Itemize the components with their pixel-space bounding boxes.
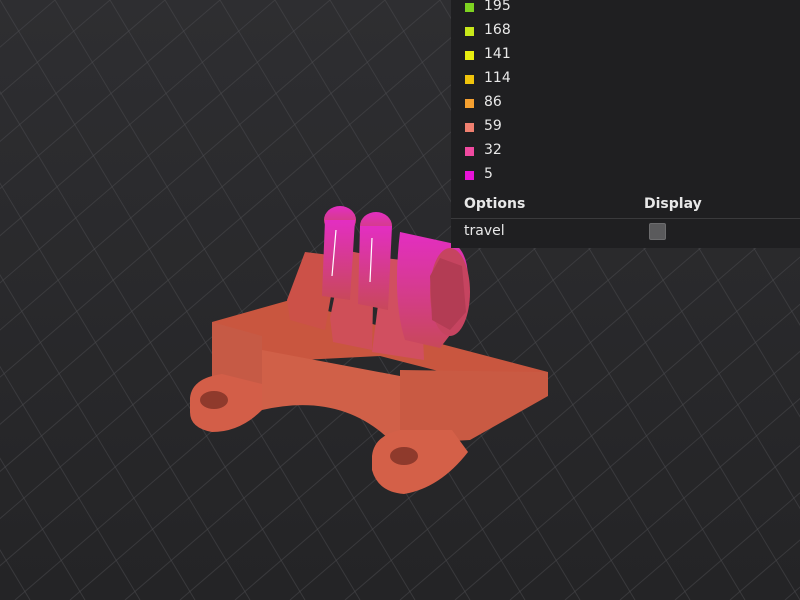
- travel-display-checkbox[interactable]: [649, 223, 666, 240]
- legend-item: 141: [451, 44, 800, 68]
- legend-swatch: [465, 171, 474, 180]
- legend-value: 59: [484, 118, 502, 134]
- legend-value: 168: [484, 22, 511, 38]
- legend-item: 5: [451, 164, 800, 188]
- legend-swatch: [465, 75, 474, 84]
- legend-swatch: [465, 51, 474, 60]
- model-right-hole: [390, 447, 418, 465]
- display-column-header: Display: [644, 196, 702, 212]
- legend-value: 195: [484, 0, 511, 14]
- legend-value: 5: [484, 166, 493, 182]
- legend-value: 141: [484, 46, 511, 62]
- options-header: Options Display: [451, 192, 800, 219]
- legend-item: 32: [451, 140, 800, 164]
- model-left-hole: [200, 391, 228, 409]
- model-knuckle-2-body: [358, 226, 392, 310]
- legend-panel: 195 168 141 114 86 59 32 5 Options Display trav…: [451, 0, 800, 248]
- legend-swatch: [465, 99, 474, 108]
- legend-item: 59: [451, 116, 800, 140]
- legend-item: 114: [451, 68, 800, 92]
- options-column-header: Options: [464, 196, 526, 212]
- legend-value: 32: [484, 142, 502, 158]
- option-label-travel: travel: [464, 223, 505, 239]
- legend-item: 168: [451, 20, 800, 44]
- legend-swatch: [465, 147, 474, 156]
- legend-swatch: [465, 123, 474, 132]
- legend-item: 195: [451, 0, 800, 20]
- model-knuckle-1-body: [322, 220, 355, 300]
- legend-value: 86: [484, 94, 502, 110]
- option-row-travel[interactable]: travel: [451, 220, 800, 246]
- legend-swatch: [465, 27, 474, 36]
- legend-value: 114: [484, 70, 511, 86]
- legend-swatch: [465, 3, 474, 12]
- legend-item: 86: [451, 92, 800, 116]
